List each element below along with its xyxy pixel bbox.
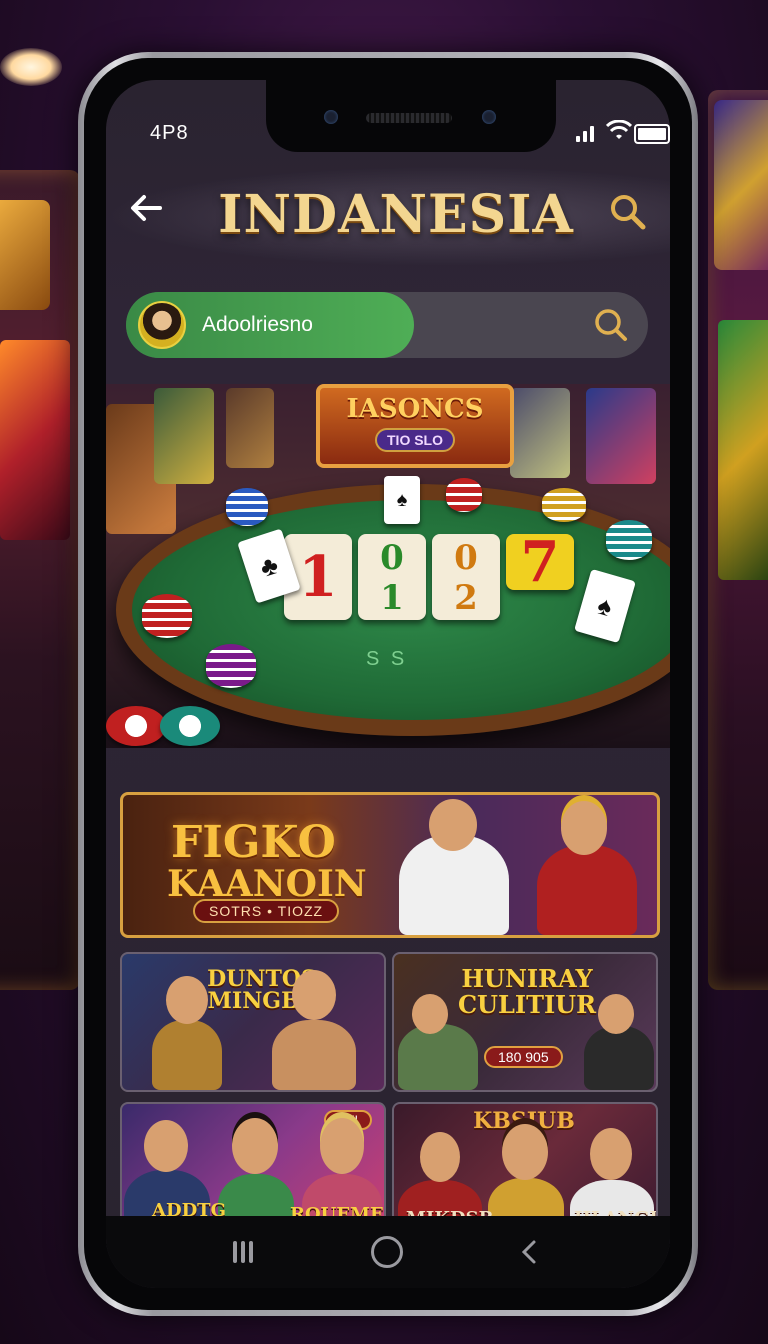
arrow-left-icon[interactable] bbox=[126, 188, 166, 228]
promo-tile-2-title: HUNIRAY CULITIUR bbox=[457, 964, 597, 1019]
back-chevron-icon[interactable] bbox=[517, 1239, 543, 1265]
chip-stack bbox=[142, 594, 192, 638]
hero-sign-subtitle: TIO SLO bbox=[375, 428, 455, 452]
dealer-head bbox=[429, 799, 477, 851]
number-tile: 0 1 bbox=[358, 534, 426, 620]
promo-main-pill: SOTRS • TIOZZ bbox=[193, 899, 340, 923]
username: Adoolriesno bbox=[202, 313, 313, 336]
woman-figure bbox=[537, 845, 637, 935]
search-icon[interactable] bbox=[608, 192, 648, 232]
user-profile-pill[interactable]: Adoolriesno bbox=[126, 292, 414, 358]
playing-card: ♠ bbox=[384, 476, 420, 524]
phone-notch bbox=[266, 80, 556, 152]
player-head bbox=[412, 994, 448, 1034]
battery-icon bbox=[634, 124, 670, 144]
promo-main-title-1: FIGKO bbox=[171, 817, 336, 868]
man-head bbox=[292, 970, 336, 1020]
recent-apps-icon[interactable] bbox=[233, 1241, 257, 1263]
table-felt-text: S S bbox=[366, 648, 408, 670]
avatar bbox=[138, 301, 186, 349]
woman-head bbox=[502, 1124, 548, 1180]
woman-figure bbox=[152, 1020, 222, 1090]
ceiling-spotlight bbox=[0, 48, 62, 86]
system-nav-bar bbox=[106, 1216, 670, 1288]
chip-stack bbox=[446, 478, 482, 512]
slot-machine bbox=[586, 388, 656, 484]
sensor-dot bbox=[482, 110, 496, 124]
promo-tile-1[interactable]: DUNTOS MINGBE bbox=[120, 952, 386, 1092]
chip-stack bbox=[206, 644, 256, 688]
promo-banner-main[interactable]: FIGKO KAANOIN SOTRS • TIOZZ bbox=[120, 792, 660, 938]
hero-sign: IASONCS TIO SLO bbox=[316, 384, 514, 468]
man-head bbox=[144, 1120, 188, 1172]
camera-dot bbox=[324, 110, 338, 124]
page-title: INDANESIA bbox=[218, 184, 574, 245]
phone-screen: 4P8 INDANESIA Adoolriesno IASONCS TIO SL… bbox=[106, 80, 670, 1288]
woman-head bbox=[561, 801, 607, 855]
hero-banner[interactable]: IASONCS TIO SLO S S 1 0 1 0 2 7 ♣ ♠ ♠ bbox=[106, 384, 670, 748]
woman-head bbox=[232, 1118, 278, 1174]
search-icon[interactable] bbox=[592, 306, 630, 344]
bg-slot-machine-right bbox=[708, 90, 768, 990]
chip-stack bbox=[606, 520, 652, 560]
woman-head bbox=[166, 976, 208, 1024]
number-tile: 0 2 bbox=[432, 534, 500, 620]
chip bbox=[160, 706, 220, 746]
hero-sign-title: IASONCS bbox=[346, 394, 484, 424]
number-tile: 7 bbox=[506, 534, 574, 590]
man-head bbox=[420, 1132, 460, 1182]
slot-machine bbox=[510, 388, 570, 478]
chip-stack bbox=[542, 488, 586, 522]
promo-tile-2-pill: 180 905 bbox=[484, 1046, 563, 1068]
woman-head bbox=[320, 1118, 364, 1174]
home-icon[interactable] bbox=[371, 1236, 403, 1268]
slot-machine bbox=[226, 388, 274, 468]
man-head bbox=[590, 1128, 632, 1180]
chip bbox=[106, 706, 166, 746]
promo-tile-2[interactable]: HUNIRAY CULITIUR 180 905 bbox=[392, 952, 658, 1092]
chip-stack bbox=[226, 488, 268, 526]
status-time: 4P8 bbox=[150, 122, 189, 144]
player-figure bbox=[584, 1026, 654, 1090]
player-head bbox=[598, 994, 634, 1034]
number-tiles: 1 0 1 0 2 7 bbox=[284, 534, 574, 620]
slot-machine bbox=[154, 388, 214, 484]
player-figure bbox=[398, 1024, 478, 1090]
man-figure bbox=[272, 1020, 356, 1090]
wifi-icon bbox=[606, 120, 632, 139]
phone-frame: 4P8 INDANESIA Adoolriesno IASONCS TIO SL… bbox=[78, 52, 698, 1316]
bg-slot-machine-left bbox=[0, 170, 80, 990]
signal-icon bbox=[576, 126, 594, 142]
earpiece-speaker bbox=[366, 113, 452, 123]
